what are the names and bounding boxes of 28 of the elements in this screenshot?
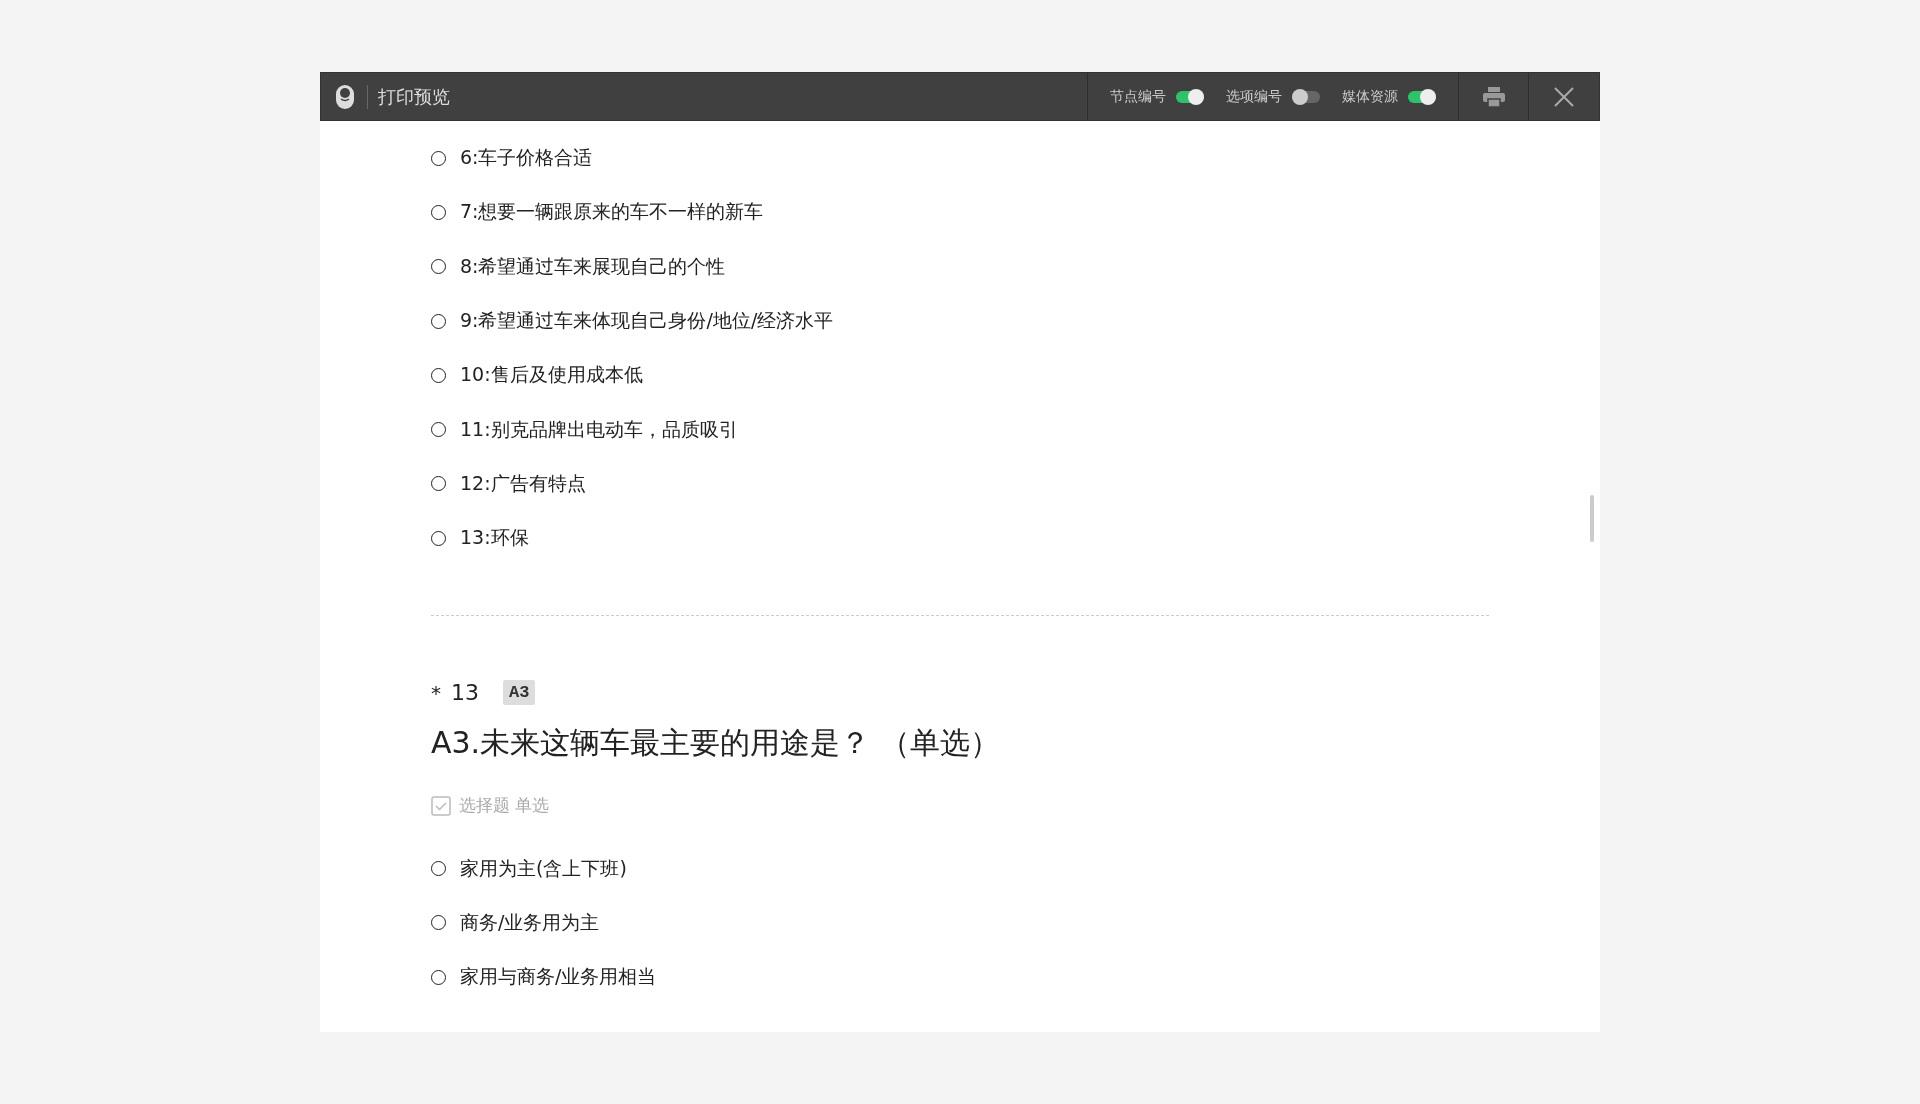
required-mark: * (431, 680, 441, 705)
option-label: 7:想要一辆跟原来的车不一样的新车 (460, 199, 764, 225)
window-title: 打印预览 (367, 84, 450, 109)
toggle-switch[interactable] (1292, 90, 1320, 103)
scrollbar[interactable] (1590, 495, 1594, 542)
question-number: 13 (451, 680, 479, 706)
toggle-label: 选项编号 (1226, 87, 1282, 106)
logo-icon (335, 83, 355, 110)
toggle-label: 媒体资源 (1342, 87, 1398, 106)
question-code-tag: A3 (503, 680, 536, 706)
toggle-switch[interactable] (1176, 90, 1204, 103)
toggle-label: 节点编号 (1110, 87, 1166, 106)
toggle-switch[interactable] (1408, 90, 1436, 103)
option-label: 6:车子价格合适 (460, 145, 593, 171)
close-icon (1554, 86, 1574, 107)
option-label: 12:广告有特点 (460, 470, 586, 496)
checkbox-icon (431, 795, 451, 816)
question-type: 选择题 单选 (459, 794, 550, 818)
option-label: 商务/业务用为主 (460, 909, 600, 935)
option-label: 家用为主(含上下班) (460, 855, 627, 881)
option-label: 9:希望通过车来体现自己身份/地位/经济水平 (460, 308, 834, 334)
option-label: 10:售后及使用成本低 (460, 362, 643, 388)
question-title: A3.未来这辆车最主要的用途是？ （单选） (431, 724, 1001, 763)
option-label: 8:希望通过车来展现自己的个性 (460, 253, 726, 279)
option-label: 13:环保 (460, 525, 529, 551)
printer-icon (1482, 86, 1505, 107)
option-label: 家用与商务/业务用相当 (460, 964, 657, 990)
option-label: 11:别克品牌出电动车，品质吸引 (460, 416, 738, 442)
